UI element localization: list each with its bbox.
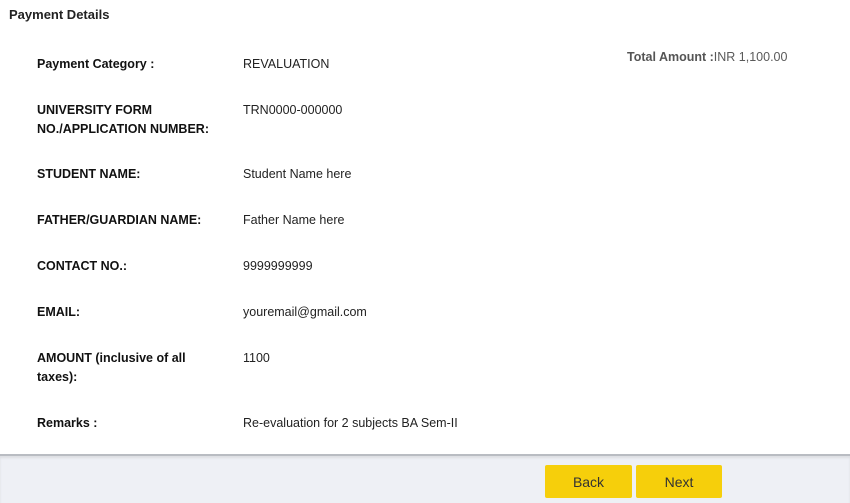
- student-name-label: STUDENT NAME:: [37, 167, 141, 181]
- remarks-label: Remarks :: [37, 416, 98, 430]
- email-value: youremail@gmail.com: [243, 305, 367, 319]
- remarks-value: Re-evaluation for 2 subjects BA Sem-II: [243, 416, 458, 430]
- total-amount: Total Amount :INR 1,100.00: [627, 50, 787, 64]
- student-name-value: Student Name here: [243, 167, 352, 181]
- next-button[interactable]: Next: [636, 465, 722, 498]
- father-name-value: Father Name here: [243, 213, 345, 227]
- back-button[interactable]: Back: [545, 465, 632, 498]
- amount-label: AMOUNT (inclusive of all taxes):: [37, 351, 186, 384]
- amount-value: 1100: [243, 351, 270, 365]
- page-title: Payment Details: [9, 7, 110, 22]
- contact-number-label: CONTACT NO.:: [37, 259, 128, 273]
- application-number-value: TRN0000-000000: [243, 103, 343, 117]
- total-amount-value: INR 1,100.00: [713, 50, 788, 64]
- email-label: EMAIL:: [37, 305, 81, 319]
- payment-category-label: Payment Category :: [37, 57, 155, 71]
- application-number-label: UNIVERSITY FORM NO./APPLICATION NUMBER:: [37, 103, 209, 136]
- contact-number-value: 9999999999: [243, 259, 313, 273]
- footer-bar: Back Next: [0, 454, 850, 503]
- father-name-label: FATHER/GUARDIAN NAME:: [37, 213, 202, 227]
- total-amount-label: Total Amount :: [627, 50, 714, 64]
- payment-category-value: REVALUATION: [243, 57, 330, 71]
